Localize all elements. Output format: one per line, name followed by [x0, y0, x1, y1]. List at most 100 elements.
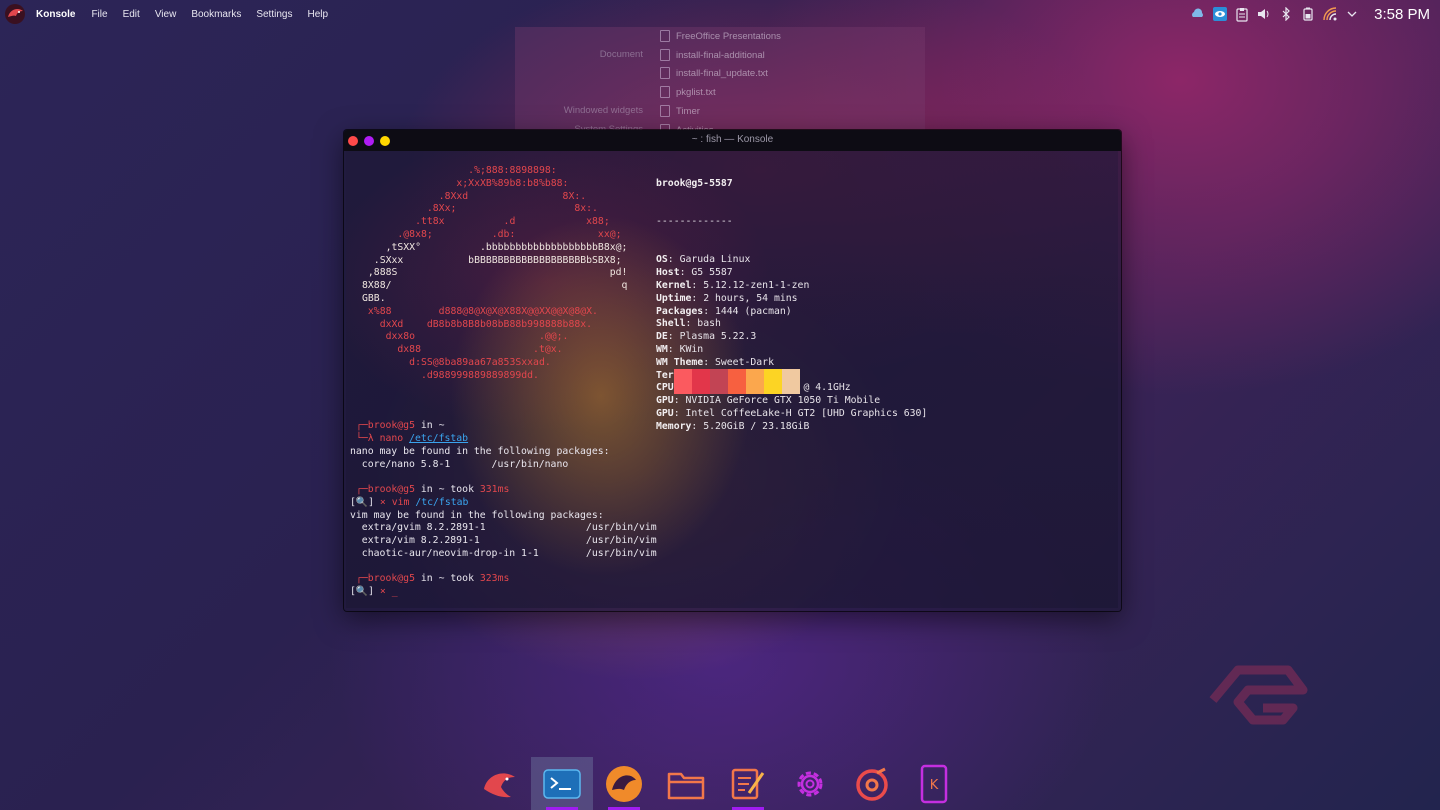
info-line: WM Theme: Sweet-Dark [656, 356, 774, 368]
output-line: core/nano 5.8-1 /usr/bin/nano [350, 459, 569, 470]
info-key: Shell [656, 318, 686, 330]
bluetooth-icon[interactable] [1278, 6, 1294, 22]
overlay-item-label: Timer [676, 105, 700, 117]
app-name[interactable]: Konsole [36, 9, 75, 20]
user-host: brook@g5-5587 [656, 177, 733, 189]
info-key: CPU [656, 382, 674, 394]
recent-documents-overlay: Document Windowed widgets System Setting… [515, 27, 925, 145]
garuda-icon [484, 772, 515, 797]
output-line: extra/vim 8.2.2891-1 /usr/bin/vim [350, 535, 657, 546]
menu-edit[interactable]: Edit [123, 9, 140, 20]
ascii-art-line: .8Xxd 8X:. [362, 190, 587, 202]
garuda-dock-icon[interactable] [469, 757, 531, 810]
ascii-art-line: ,888S pd! [362, 267, 628, 279]
info-value: Garuda Linux [679, 254, 751, 266]
menu-file[interactable]: File [91, 9, 107, 20]
color-swatch [782, 369, 800, 394]
overlay-item[interactable]: FreeOffice Presentations [660, 28, 781, 44]
menu-help[interactable]: Help [307, 9, 328, 20]
overlay-item[interactable]: install-final_update.txt [660, 65, 768, 81]
prompt-user: brook@g5 [367, 420, 415, 431]
weather-icon[interactable] [1190, 6, 1206, 22]
command-line: └─λ nano /etc/fstab [356, 433, 469, 444]
info-value: KWin [679, 343, 704, 355]
info-line: Host: G5 5587 [656, 267, 733, 279]
info-line: Kernel: 5.12.12-zen1-1-zen [656, 279, 810, 291]
system-tray: 3:58 PM [1190, 0, 1440, 28]
color-swatch [692, 369, 710, 394]
clipboard-icon[interactable] [1234, 6, 1250, 22]
kde-connect-dock-icon[interactable]: K [903, 757, 965, 810]
color-swatch [674, 369, 692, 394]
command: vim [391, 497, 410, 508]
screen-eye-icon[interactable] [1212, 6, 1228, 22]
info-value: 1444 (pacman) [714, 305, 792, 317]
menu-settings[interactable]: Settings [256, 9, 292, 20]
folder-dock-icon[interactable] [655, 757, 717, 810]
text-editor-dock-icon[interactable] [717, 757, 779, 810]
document-icon [660, 49, 670, 61]
clock[interactable]: 3:58 PM [1374, 6, 1430, 23]
battery-icon[interactable] [1300, 6, 1316, 22]
info-value: NVIDIA GeForce GTX 1050 Ti Mobile [685, 395, 881, 407]
info-key: OS [656, 254, 668, 266]
window-titlebar[interactable]: ~ : fish — Konsole [344, 130, 1121, 151]
konsole-dock-icon[interactable] [531, 757, 593, 810]
error-mark: × [379, 586, 386, 597]
gear-icon [797, 771, 823, 796]
overlay-item[interactable]: install-final-additional [660, 47, 765, 63]
command-line[interactable]: [🔍] × _ [350, 586, 398, 599]
info-key: GPU [656, 395, 674, 407]
info-key: Host [656, 267, 680, 279]
neofetch-info: brook@g5-5587 ------------- OS: Garuda L… [656, 152, 927, 459]
ascii-art-line: dx88 .t@x. [362, 344, 563, 356]
ascii-art-line: ,tSXX° .bbbbbbbbbbbbbbbbbbbB8x@; [362, 241, 628, 253]
garuda-logo-icon[interactable] [4, 3, 26, 25]
text-editor-icon [731, 768, 765, 799]
wifi-icon[interactable] [1322, 6, 1338, 22]
info-value: 5.12.12-zen1-1-zen [703, 279, 810, 291]
chevron-down-icon[interactable] [1344, 6, 1360, 22]
info-line: Uptime: 2 hours, 54 mins [656, 292, 798, 304]
color-swatch [764, 369, 782, 394]
ascii-art-line: d:SS@8ba89aa67a853Sxxad. [362, 356, 551, 368]
settings-dock-icon[interactable] [779, 757, 841, 810]
overlay-item[interactable]: pkglist.txt [660, 84, 716, 100]
ascii-art-line: dxXd dB8b8b8B8b08bB88b998888b88x. [362, 318, 593, 330]
overlay-item[interactable]: Timer [660, 103, 700, 119]
prompt-line: ┌─brook@g5 in ~ [356, 420, 445, 431]
command-arg: /tc/fstab [415, 497, 469, 508]
color-palette [674, 369, 800, 394]
firedragon-dock-icon[interactable] [593, 757, 655, 810]
garuda-wallpaper-logo-icon [1209, 665, 1308, 725]
ascii-art-line: .tt8x .d x88; [362, 216, 610, 228]
cursor[interactable]: _ [392, 586, 398, 597]
info-key: Packages [656, 305, 704, 317]
color-swatch [710, 369, 728, 394]
svg-text:K: K [930, 778, 939, 793]
ascii-art-line: .@8x8; .db: xx@; [362, 228, 622, 240]
output-line: extra/gvim 8.2.2891-1 /usr/bin/vim [350, 522, 657, 533]
separator: ------------- [656, 215, 733, 227]
ascii-art-line: .SXxx bBBBBBBBBBBBBBBBBBBBbSBX8; [362, 254, 622, 266]
document-icon [660, 30, 670, 42]
ascii-art-line: x;XxXB%89b8:b8%b88: [362, 177, 569, 189]
volume-icon[interactable] [1256, 6, 1272, 22]
ascii-art-line: 8X88/ q [362, 280, 628, 292]
info-line: WM: KWin [656, 343, 704, 355]
info-value: bash [697, 318, 721, 330]
music-dock-icon[interactable] [841, 757, 903, 810]
output-line: vim may be found in the following packag… [350, 510, 604, 521]
document-icon [660, 67, 670, 79]
search-icon: 🔍 [355, 497, 369, 508]
info-key: WM Theme [656, 356, 704, 368]
menu-bookmarks[interactable]: Bookmarks [191, 9, 241, 20]
info-line: Shell: bash [656, 318, 721, 330]
command-arg: /etc/fstab [409, 433, 469, 444]
output-line: chaotic-aur/neovim-drop-in 1-1 /usr/bin/… [350, 548, 657, 559]
output-line: nano may be found in the following packa… [350, 446, 610, 457]
ascii-art-line: .d988999889889899dd. [362, 369, 539, 381]
menu-view[interactable]: View [155, 9, 177, 20]
prompt-user: brook@g5 [367, 573, 415, 584]
error-mark: × [379, 497, 386, 508]
